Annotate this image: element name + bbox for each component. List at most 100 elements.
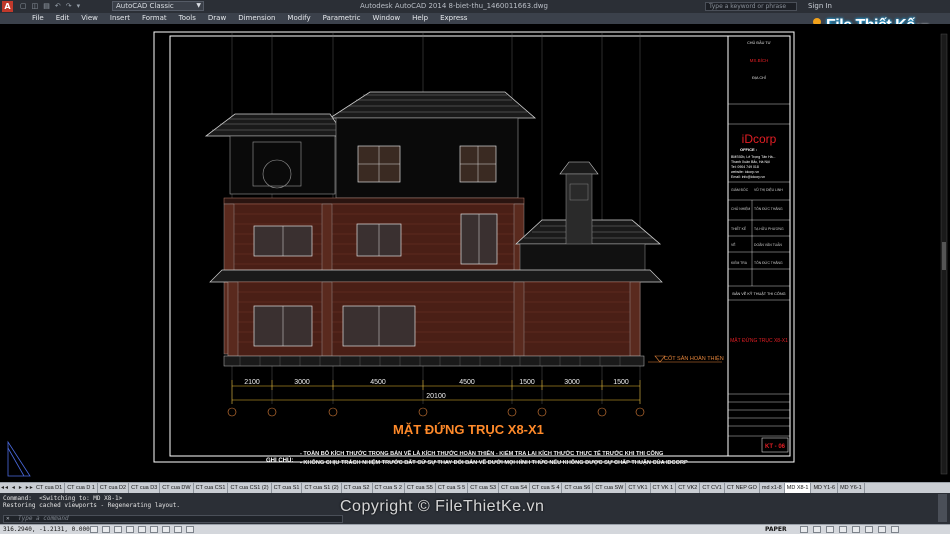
ortho-toggle[interactable] (114, 526, 122, 533)
layout-tab[interactable]: CT cua S1 (2) (302, 483, 342, 493)
command-placeholder: Type a command (18, 515, 69, 522)
command-scrollbar[interactable] (938, 494, 947, 522)
titleblock-text: CHỦ ĐẦU TƯ MS.BÍCH ĐỊA CHỈ iDcorp OFFICE… (730, 40, 788, 344)
workspace-select[interactable]: AutoCAD Classic ▼ (112, 1, 204, 11)
grid-toggle[interactable] (102, 526, 110, 533)
layout-tab[interactable]: CT cua DW (160, 483, 194, 493)
menu-modify[interactable]: Modify (281, 14, 316, 23)
open-icon[interactable]: ◫ (32, 2, 39, 10)
svg-text:TÔN ĐỨC THẮNG: TÔN ĐỨC THẮNG (754, 260, 783, 265)
layout-tab[interactable]: CT cua S3 (468, 483, 500, 493)
layout-tab[interactable]: MD Y6-1 (838, 483, 865, 493)
new-icon[interactable]: ▢ (20, 2, 27, 10)
layout-tab[interactable]: md x1-8 (760, 483, 785, 493)
menu-window[interactable]: Window (367, 14, 407, 23)
annotation-scale-icon[interactable] (852, 526, 860, 533)
svg-text:THIẾT KẾ: THIẾT KẾ (731, 226, 747, 231)
layout-tab[interactable]: MD Y1-6 (811, 483, 839, 493)
redo-icon[interactable]: ↷ (66, 2, 72, 10)
osnap-toggle[interactable] (138, 526, 146, 533)
layout-tab[interactable]: CT VK1 (626, 483, 651, 493)
scrollbar-thumb[interactable] (942, 242, 946, 270)
zoom-icon[interactable] (839, 526, 847, 533)
lwt-toggle[interactable] (186, 526, 194, 533)
dimension-text: 2100 (244, 379, 260, 386)
layout-tab[interactable]: CT VK 1 (651, 483, 677, 493)
layout-tab[interactable]: CT cua S4 (499, 483, 531, 493)
menu-help[interactable]: Help (406, 14, 434, 23)
layout-tab[interactable]: CT CV1 (700, 483, 725, 493)
layout-tab[interactable]: MD X8-1 (784, 483, 812, 493)
svg-text:CHỦ NHIỆM: CHỦ NHIỆM (731, 206, 750, 211)
layout-tab[interactable]: CT cua S2 (342, 483, 373, 493)
menu-express[interactable]: Express (434, 14, 473, 23)
layout-tab[interactable]: CT cua D1 (34, 483, 66, 493)
workspace-value: AutoCAD Classic (116, 2, 174, 10)
layout-tab[interactable]: CT cua S5 (405, 483, 436, 493)
menu-edit[interactable]: Edit (50, 14, 76, 23)
polar-toggle[interactable] (126, 526, 134, 533)
undo-icon[interactable]: ↶ (55, 2, 61, 10)
save-icon[interactable]: ▤ (43, 2, 50, 10)
layout-tab[interactable]: CT cua S1 (272, 483, 303, 493)
search-input[interactable]: Type a keyword or phrase (705, 2, 797, 11)
svg-text:GIÁM ĐỐC: GIÁM ĐỐC (731, 187, 749, 192)
menu-file[interactable]: File (26, 14, 50, 23)
command-input[interactable]: ✕ Type a command (3, 515, 343, 523)
layout-tab[interactable]: CT cua S6 (562, 483, 594, 493)
layout-tab[interactable]: CT cua S 2 (373, 483, 405, 493)
space-indicator[interactable]: PAPER (765, 526, 787, 533)
left-upper-block (229, 135, 336, 195)
owner-name: MS.BÍCH (750, 57, 769, 63)
menu-parametric[interactable]: Parametric (317, 14, 367, 23)
layout-tab[interactable]: CT NEP GO (725, 483, 760, 493)
layout-tab[interactable]: CT VK2 (676, 483, 701, 493)
workspace-switch-icon[interactable] (865, 526, 873, 533)
otrack-toggle[interactable] (150, 526, 158, 533)
dimension-texts: 2100 3000 4500 4500 1500 3000 1500 20100 (244, 379, 629, 400)
layout-tab[interactable]: CT cua S 5 (436, 483, 469, 493)
layout-tab[interactable]: CT cua S 4 (530, 483, 563, 493)
svg-text:BMS92b, Lê Trọng Tấn Hà...: BMS92b, Lê Trọng Tấn Hà... (731, 155, 776, 159)
menu-dimension[interactable]: Dimension (232, 14, 281, 23)
svg-text:VŨ THỊ DIỆU LINH: VŨ THỊ DIỆU LINH (754, 187, 783, 192)
note-line-1: - TOÀN BỘ KÍCH THƯỚC TRONG BẢN VẼ LÀ KÍC… (300, 449, 663, 457)
quick-view-drawings-icon[interactable] (813, 526, 821, 533)
note-label: GHI CHÚ: (266, 457, 293, 464)
layout-tab[interactable]: CT cua CS1 (2) (228, 483, 272, 493)
layout-tab[interactable]: CT cua D 1 (65, 483, 98, 493)
axis-bubbles (227, 407, 645, 417)
layout-tab[interactable]: CT cua SW (593, 483, 627, 493)
svg-text:TẠ HỮU PHƯƠNG: TẠ HỮU PHƯƠNG (754, 226, 784, 231)
pan-icon[interactable] (826, 526, 834, 533)
sheet-number: KT - 06 (765, 444, 786, 450)
lock-icon[interactable] (878, 526, 886, 533)
drawing-canvas[interactable]: CỐT SÂN HOÀN THIỆN 2100 3000 4500 4500 1… (0, 24, 950, 482)
dyn-toggle[interactable] (174, 526, 182, 533)
menu-view[interactable]: View (75, 14, 104, 23)
svg-text:Thanh Xuân Bắc, Hà Nội: Thanh Xuân Bắc, Hà Nội (731, 159, 770, 164)
tab-navigation[interactable]: ◂◂ ◂ ▸ ▸▸ (0, 483, 34, 493)
note-line-2: - KHÔNG CHỊU TRÁCH NHIỆM TRƯỚC BẤT CỨ SỰ… (300, 458, 688, 466)
sign-in-button[interactable]: Sign In (808, 2, 832, 10)
quick-view-layouts-icon[interactable] (800, 526, 808, 533)
company-logo: iDcorp (742, 132, 777, 146)
close-icon[interactable]: ✕ (6, 516, 10, 522)
layout-tab[interactable]: CT cua D2 (98, 483, 130, 493)
app-logo-icon[interactable]: A (2, 1, 13, 12)
level-label: CỐT SÂN HOÀN THIỆN (664, 354, 724, 362)
menu-tools[interactable]: Tools (173, 14, 202, 23)
menu-draw[interactable]: Draw (202, 14, 232, 23)
quick-access-toolbar: ▢ ◫ ▤ ↶ ↷ ▾ (20, 2, 80, 10)
layout-tab[interactable]: CT cua D3 (129, 483, 161, 493)
ducs-toggle[interactable] (162, 526, 170, 533)
clean-screen-icon[interactable] (891, 526, 899, 533)
layout-tab[interactable]: CT cua CS1 (194, 483, 229, 493)
left-roof (204, 113, 346, 137)
menu-insert[interactable]: Insert (104, 14, 136, 23)
snap-toggle[interactable] (90, 526, 98, 533)
menu-format[interactable]: Format (136, 14, 173, 23)
quick-access-menu-icon[interactable]: ▾ (77, 2, 81, 10)
dimension-text: 3000 (564, 379, 580, 386)
status-tray (800, 526, 899, 533)
